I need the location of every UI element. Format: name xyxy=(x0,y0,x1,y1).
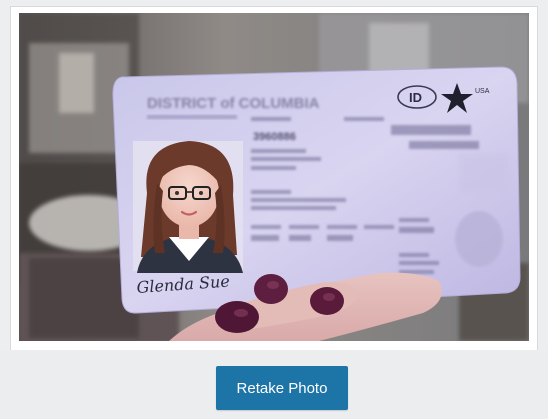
captured-photo: DISTRICT of COLUMBIA ID USA 3960886 Glen… xyxy=(19,13,529,341)
card-country-text: USA xyxy=(475,88,490,95)
card-badge-text: ID xyxy=(409,90,422,105)
card-header-text: DISTRICT of COLUMBIA xyxy=(147,95,320,112)
portrait-avatar xyxy=(133,141,243,273)
card-id-number: 3960886 xyxy=(253,131,296,143)
page-background: DISTRICT of COLUMBIA ID USA 3960886 Glen… xyxy=(0,0,548,419)
retake-photo-button[interactable]: Retake Photo xyxy=(216,366,348,410)
id-card: DISTRICT of COLUMBIA ID USA 3960886 Glen… xyxy=(112,66,521,314)
id-card-photo: DISTRICT of COLUMBIA ID USA 3960886 Glen… xyxy=(19,13,529,341)
